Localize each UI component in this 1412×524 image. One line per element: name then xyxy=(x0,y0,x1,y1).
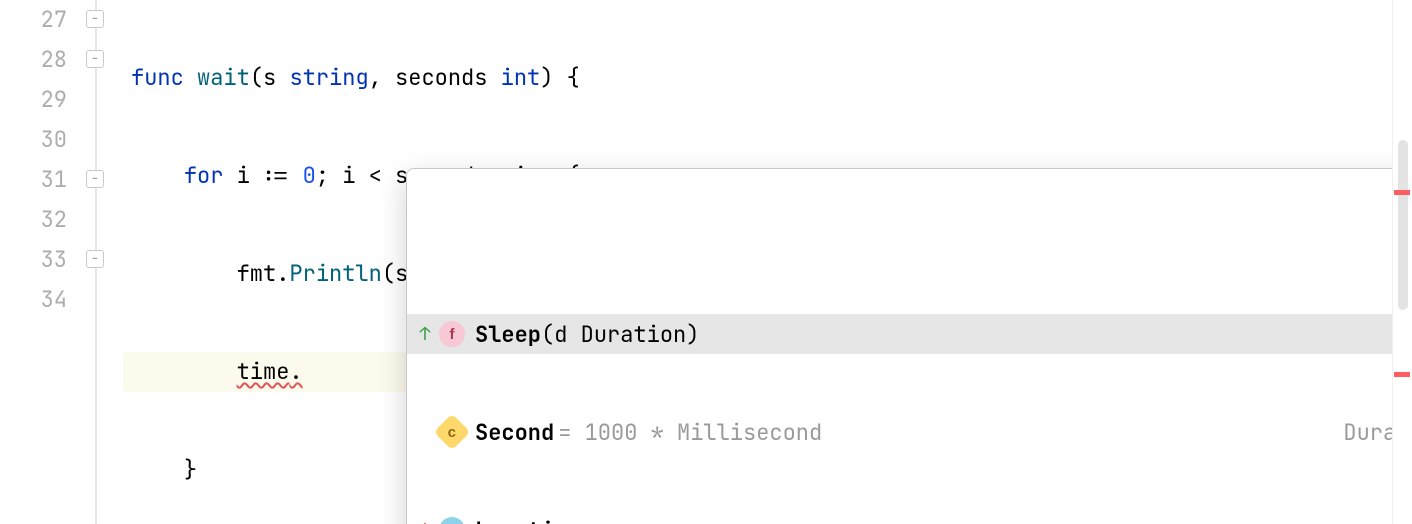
line-number: 33 xyxy=(0,240,67,280)
relevance-up-icon: ↑ xyxy=(415,323,435,346)
completion-value: = 1000 * Millisecond xyxy=(558,418,822,447)
autocomplete-popup[interactable]: ↑ f Sleep(d Duration) c Second = 1000 * … xyxy=(406,168,1412,524)
autocomplete-item[interactable]: c Second = 1000 * Millisecond Duration xyxy=(407,412,1412,452)
completion-label: Sleep(d Duration) xyxy=(475,320,699,349)
line-number: 27 xyxy=(0,0,67,40)
line-number: 28 xyxy=(0,40,67,80)
line-number: 31 xyxy=(0,160,67,200)
fold-toggle-icon[interactable] xyxy=(86,250,104,268)
error-stripe[interactable] xyxy=(1392,0,1412,524)
fold-column xyxy=(95,0,123,524)
code-editor[interactable]: 27 28 29 30 31 32 33 34 func wait(s stri… xyxy=(0,0,1412,524)
line-number: 30 xyxy=(0,120,67,160)
line-number-gutter: 27 28 29 30 31 32 33 34 xyxy=(0,0,95,524)
kind-function-icon: f xyxy=(439,321,465,347)
line-number: 32 xyxy=(0,200,67,240)
code-line[interactable]: func wait(s string, seconds int) { xyxy=(123,58,1392,98)
relevance-down-icon: ↓ xyxy=(415,519,435,524)
line-number: 34 xyxy=(0,280,67,320)
kind-constant-icon: c xyxy=(434,414,471,451)
autocomplete-item[interactable]: ↓ T Location xyxy=(407,510,1412,524)
fold-toggle-icon[interactable] xyxy=(86,10,104,28)
completion-label: Second xyxy=(475,418,554,447)
line-number: 29 xyxy=(0,80,67,120)
code-area[interactable]: func wait(s string, seconds int) { for i… xyxy=(123,0,1392,524)
autocomplete-item[interactable]: ↑ f Sleep(d Duration) xyxy=(407,314,1412,354)
completion-label: Location xyxy=(475,516,581,524)
error-marker[interactable] xyxy=(1394,190,1410,195)
error-marker[interactable] xyxy=(1394,372,1410,377)
fold-toggle-icon[interactable] xyxy=(86,50,104,68)
scrollbar-thumb[interactable] xyxy=(1398,140,1408,310)
autocomplete-list[interactable]: ↑ f Sleep(d Duration) c Second = 1000 * … xyxy=(407,227,1412,524)
kind-type-icon: T xyxy=(439,517,465,524)
fold-toggle-icon[interactable] xyxy=(86,170,104,188)
